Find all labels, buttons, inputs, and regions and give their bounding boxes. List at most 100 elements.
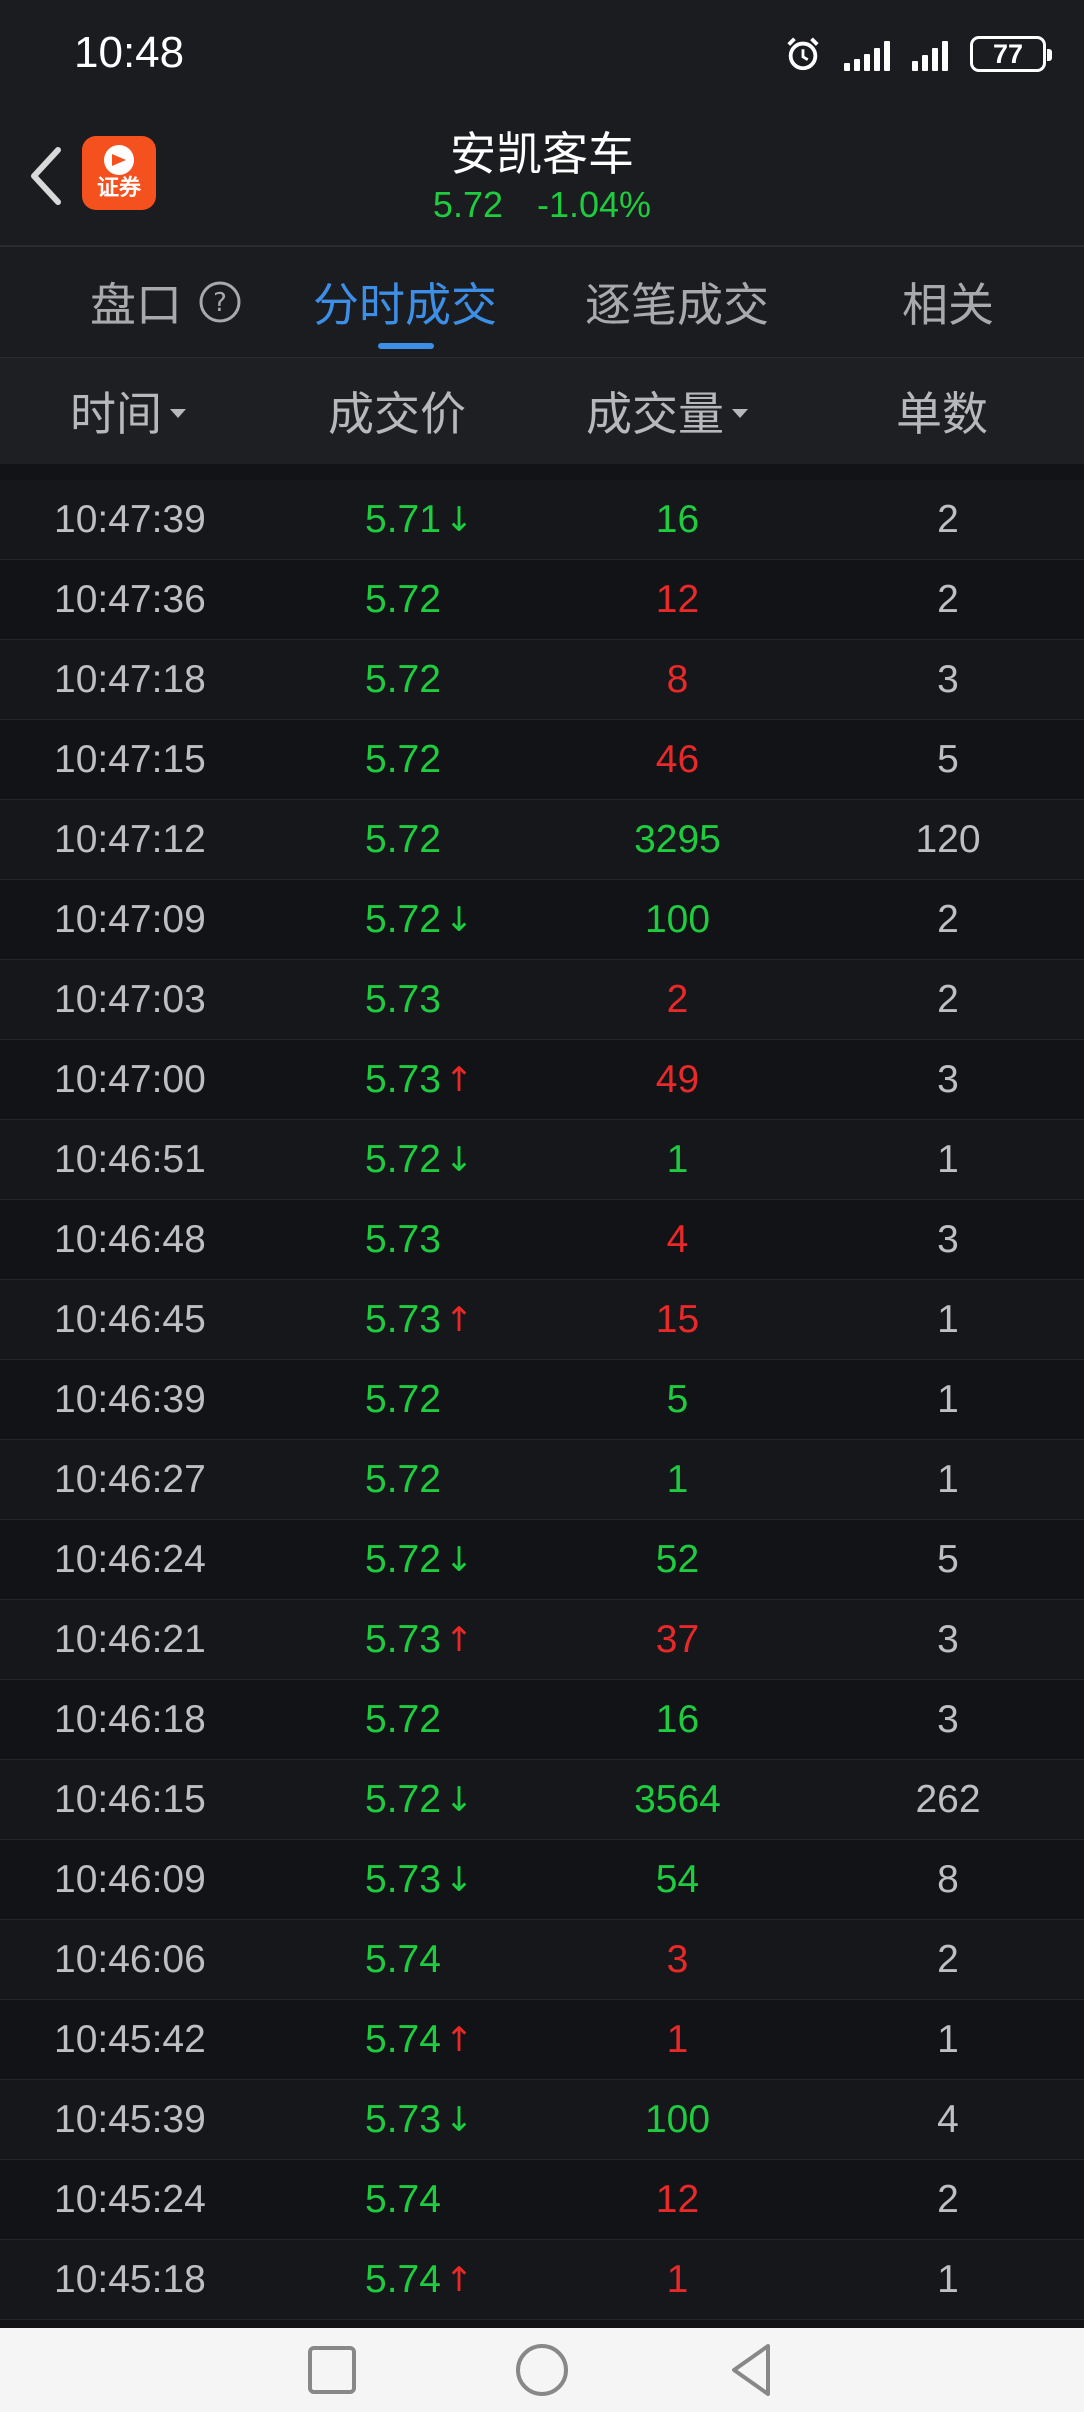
trade-count: 3 [937, 1617, 959, 1661]
trade-volume: 4 [666, 1217, 689, 1261]
trade-count: 262 [915, 1777, 981, 1821]
status-time: 10:48 [74, 28, 185, 77]
tab-tick-trades[interactable]: 逐笔成交 [585, 247, 769, 357]
trade-price: 5.74 [365, 2257, 441, 2301]
trade-volume: 37 [655, 1617, 700, 1661]
trade-volume: 49 [655, 1057, 700, 1101]
trade-price: 5.73 [365, 1217, 441, 1261]
arrow-down-icon: ↓ [444, 1779, 474, 1820]
trade-time: 10:46:18 [54, 1697, 206, 1741]
trade-volume: 5 [666, 1377, 689, 1421]
trade-time: 10:46:15 [54, 1777, 206, 1821]
tab-label: 盘口 [90, 278, 182, 332]
trade-volume: 1 [666, 2017, 689, 2061]
table-row: 10:46:39 5.72 5 1 [0, 1360, 1084, 1440]
trade-time: 10:47:09 [54, 897, 206, 941]
tab-related[interactable]: 相关 [902, 247, 994, 357]
table-row: 10:45:24 5.74 12 2 [0, 2160, 1084, 2240]
trade-count: 1 [937, 1137, 959, 1181]
trade-time: 10:47:12 [54, 817, 206, 861]
trade-volume: 16 [655, 1697, 700, 1741]
trade-price: 5.73 [365, 1297, 441, 1341]
trade-time: 10:46:21 [54, 1617, 206, 1661]
trade-price-cell: 5.72 [365, 800, 441, 879]
table-row: 10:47:36 5.72 12 2 [0, 560, 1084, 640]
trade-volume: 2 [666, 977, 689, 1021]
table-row: 10:45:42 5.74 ↑ 1 1 [0, 2000, 1084, 2080]
trade-count: 1 [937, 2017, 959, 2061]
trade-price: 5.73 [365, 1857, 441, 1901]
header: 证券 安凯客车 5.72 -1.04% [0, 100, 1084, 247]
trade-time: 10:47:00 [54, 1057, 206, 1101]
table-row: 10:47:09 5.72 ↓ 100 2 [0, 880, 1084, 960]
trades-table[interactable]: 10:47:39 5.71 ↓ 16 2 10:47:36 5.72 12 2 10:47:18 5… [0, 480, 1084, 2320]
trade-price-cell: 5.71 ↓ [365, 480, 473, 559]
trade-price: 5.74 [365, 1937, 441, 1981]
column-header-volume[interactable]: 成交量 [586, 358, 748, 464]
table-row: 10:46:27 5.72 1 1 [0, 1440, 1084, 1520]
trade-price-cell: 5.72 [365, 1680, 441, 1759]
battery-level: 77 [992, 38, 1024, 69]
table-row: 10:47:15 5.72 46 5 [0, 720, 1084, 800]
column-header-label: 时间 [70, 387, 162, 441]
trade-volume: 100 [644, 897, 711, 941]
stock-quote: 5.72 -1.04% [0, 184, 1084, 226]
trade-price: 5.72 [365, 1697, 441, 1741]
trade-volume: 100 [644, 2097, 711, 2141]
trade-time: 10:45:39 [54, 2097, 206, 2141]
trade-count: 120 [915, 817, 981, 861]
stock-price: 5.72 [432, 184, 503, 225]
trade-price: 5.72 [365, 577, 441, 621]
trade-time: 10:47:39 [54, 497, 206, 541]
trade-volume: 3564 [634, 1777, 721, 1821]
trade-price-cell: 5.72 [365, 1440, 441, 1519]
table-row: 10:46:18 5.72 16 3 [0, 1680, 1084, 1760]
trade-time: 10:45:18 [54, 2257, 206, 2301]
status-icons: 77 [784, 32, 1052, 76]
tab-time-trades[interactable]: 分时成交 [313, 247, 497, 357]
trade-price: 5.72 [365, 737, 441, 781]
trade-count: 3 [937, 1057, 959, 1101]
table-row: 10:47:12 5.72 3295 120 [0, 800, 1084, 880]
arrow-up-icon: ↑ [444, 1059, 474, 1100]
app-root: 10:48 77 证券 安凯客车 5.72 -1.04% 盘口 ? 分时成交 逐… [0, 0, 1084, 2412]
trade-count: 1 [937, 2257, 959, 2301]
trade-time: 10:46:09 [54, 1857, 206, 1901]
table-row: 10:46:51 5.72 ↓ 1 1 [0, 1120, 1084, 1200]
tab-order-book[interactable]: 盘口 ? [90, 247, 242, 357]
help-icon[interactable]: ? [198, 280, 242, 324]
table-header: 时间 成交价 成交量 单数 [0, 358, 1084, 464]
recent-apps-icon[interactable] [304, 2342, 360, 2398]
arrow-down-icon: ↓ [444, 899, 474, 940]
table-row: 10:46:45 5.73 ↑ 15 1 [0, 1280, 1084, 1360]
signal-icon [844, 37, 890, 71]
sort-caret-icon [732, 408, 748, 418]
table-row: 10:46:21 5.73 ↑ 37 3 [0, 1600, 1084, 1680]
home-icon[interactable] [514, 2342, 570, 2398]
back-nav-icon[interactable] [724, 2342, 780, 2398]
system-nav-bar [0, 2328, 1084, 2412]
trade-price: 5.72 [365, 657, 441, 701]
arrow-up-icon: ↑ [444, 1299, 474, 1340]
table-row: 10:47:18 5.72 8 3 [0, 640, 1084, 720]
trade-price-cell: 5.72 [365, 720, 441, 799]
table-row: 10:46:15 5.72 ↓ 3564 262 [0, 1760, 1084, 1840]
trade-volume: 1 [666, 1457, 689, 1501]
trade-time: 10:46:51 [54, 1137, 206, 1181]
trade-price: 5.73 [365, 1617, 441, 1661]
trade-price-cell: 5.72 [365, 1360, 441, 1439]
trade-price-cell: 5.74 ↑ [365, 2240, 473, 2319]
trade-time: 10:47:36 [54, 577, 206, 621]
column-header-time[interactable]: 时间 [70, 358, 186, 464]
trade-volume: 12 [655, 2177, 700, 2221]
trade-count: 4 [937, 2097, 959, 2141]
stock-name: 安凯客车 [450, 127, 634, 181]
trade-count: 2 [937, 2177, 959, 2221]
trade-count: 2 [937, 897, 959, 941]
alarm-icon [787, 37, 819, 71]
trade-price: 5.73 [365, 2097, 441, 2141]
trade-price-cell: 5.73 ↑ [365, 1040, 473, 1119]
table-row: 10:46:06 5.74 3 2 [0, 1920, 1084, 2000]
trade-count: 2 [937, 497, 959, 541]
arrow-down-icon: ↓ [444, 499, 474, 540]
